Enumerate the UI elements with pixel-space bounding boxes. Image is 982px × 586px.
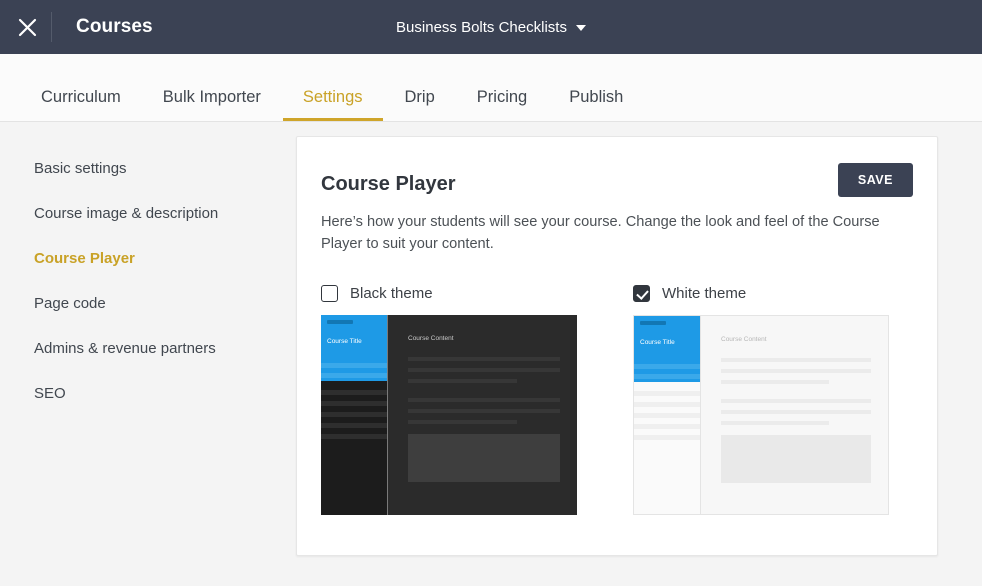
white-theme-checkbox-row[interactable]: White theme <box>633 285 889 303</box>
black-theme-preview[interactable]: Course Title Course Content <box>321 315 577 516</box>
card-container: Course Player SAVE Here’s how your stude… <box>296 122 938 557</box>
preview-spacer <box>721 391 871 399</box>
sidebar-item-page-code[interactable]: Page code <box>34 295 296 313</box>
close-icon <box>18 18 37 37</box>
preview-sidebar-row <box>634 424 700 430</box>
course-name: Business Bolts Checklists <box>396 18 567 36</box>
tab-label: Publish <box>569 87 624 106</box>
preview-hero-line <box>321 373 387 379</box>
tab-label: Curriculum <box>41 87 121 106</box>
course-selector[interactable]: Business Bolts Checklists <box>396 19 586 36</box>
preview-text-line <box>408 420 518 425</box>
sidebar-item-label: Admins & revenue partners <box>34 340 216 357</box>
preview-sidebar-rows <box>321 381 387 445</box>
preview-text-line <box>721 369 871 374</box>
white-theme-label: White theme <box>662 285 747 303</box>
preview-text-line <box>408 409 560 414</box>
settings-sidebar: Basic settings Course image & descriptio… <box>0 122 296 430</box>
preview-sidebar: Course Title <box>634 316 701 515</box>
tab-settings[interactable]: Settings <box>282 87 384 122</box>
preview-hero: Course Title <box>321 315 387 382</box>
sidebar-item-label: Course image & description <box>34 205 219 222</box>
white-theme-checkbox[interactable] <box>633 285 650 303</box>
preview-hero-line <box>634 364 700 370</box>
theme-option-black: Black theme Course Title Course Content <box>321 285 577 516</box>
preview-text-line <box>721 421 829 426</box>
preview-hero: Course Title <box>634 316 700 383</box>
white-theme-preview[interactable]: Course Title Course Content <box>633 315 889 516</box>
preview-hero-chip <box>640 321 666 326</box>
preview-sidebar-row <box>321 434 387 440</box>
preview-content: Course Content <box>388 315 577 515</box>
preview-media-block <box>721 435 871 484</box>
page-body: Basic settings Course image & descriptio… <box>0 122 982 585</box>
preview-hero-line <box>321 363 387 369</box>
preview-sidebar-row <box>634 413 700 419</box>
tab-label: Settings <box>302 87 363 106</box>
sidebar-item-admins-revenue-partners[interactable]: Admins & revenue partners <box>34 340 296 358</box>
tab-label: Pricing <box>476 87 528 106</box>
black-theme-label: Black theme <box>350 285 433 303</box>
save-button[interactable]: SAVE <box>837 163 913 197</box>
close-button[interactable] <box>0 0 54 54</box>
tab-bulk-importer[interactable]: Bulk Importer <box>142 87 282 122</box>
tab-publish[interactable]: Publish <box>548 87 644 122</box>
tab-drip[interactable]: Drip <box>384 87 456 122</box>
preview-text-line <box>721 380 829 385</box>
theme-chooser: Black theme Course Title Course Content … <box>321 285 913 516</box>
preview-text-line <box>408 379 518 384</box>
preview-sidebar-row <box>321 390 387 396</box>
tab-label: Bulk Importer <box>162 87 261 106</box>
preview-text-line <box>408 357 560 362</box>
top-bar: Courses Business Bolts Checklists <box>0 0 982 54</box>
preview-course-title: Course Title <box>640 339 675 347</box>
preview-text-line <box>721 399 871 404</box>
sidebar-item-course-image-description[interactable]: Course image & description <box>34 205 296 223</box>
preview-text-line <box>721 358 871 363</box>
card-header: Course Player SAVE <box>321 163 913 197</box>
preview-sidebar-row <box>321 412 387 418</box>
preview-sidebar-row <box>634 391 700 397</box>
preview-sidebar-row <box>634 435 700 441</box>
preview-sidebar-row <box>321 423 387 429</box>
preview-text-line <box>408 398 560 403</box>
preview-sidebar-rows <box>634 382 700 446</box>
theme-option-white: White theme Course Title Course Content <box>633 285 889 516</box>
sidebar-item-label: SEO <box>34 385 66 402</box>
sidebar-item-course-player[interactable]: Course Player <box>34 250 296 268</box>
black-theme-checkbox-row[interactable]: Black theme <box>321 285 577 303</box>
sidebar-item-label: Course Player <box>34 250 135 267</box>
sidebar-item-seo[interactable]: SEO <box>34 385 296 403</box>
card-description: Here’s how your students will see your c… <box>321 214 880 253</box>
preview-sidebar: Course Title <box>321 315 388 516</box>
preview-sidebar-row <box>634 402 700 408</box>
preview-content-title: Course Content <box>721 336 767 344</box>
black-theme-checkbox[interactable] <box>321 285 338 303</box>
chevron-down-icon <box>575 25 586 31</box>
tab-label: Drip <box>404 87 435 106</box>
tab-curriculum[interactable]: Curriculum <box>20 87 142 122</box>
topbar-divider <box>51 12 52 42</box>
course-player-card: Course Player SAVE Here’s how your stude… <box>296 136 938 557</box>
sidebar-item-label: Basic settings <box>34 160 127 177</box>
preview-text-line <box>721 410 871 415</box>
preview-content-title: Course Content <box>408 335 454 343</box>
preview-spacer <box>408 390 560 398</box>
section-label: Courses <box>76 16 153 37</box>
preview-course-title: Course Title <box>327 338 362 346</box>
preview-hero-chip <box>327 320 353 325</box>
preview-content: Course Content <box>701 316 888 514</box>
page-title: Course Player <box>321 173 456 195</box>
preview-media-block <box>408 434 560 483</box>
sidebar-item-basic-settings[interactable]: Basic settings <box>34 160 296 178</box>
tab-pricing[interactable]: Pricing <box>456 87 548 122</box>
preview-text-line <box>408 368 560 373</box>
sidebar-item-label: Page code <box>34 295 106 312</box>
preview-hero-line <box>634 374 700 380</box>
preview-sidebar-row <box>321 401 387 407</box>
tab-bar: Curriculum Bulk Importer Settings Drip P… <box>0 54 982 122</box>
